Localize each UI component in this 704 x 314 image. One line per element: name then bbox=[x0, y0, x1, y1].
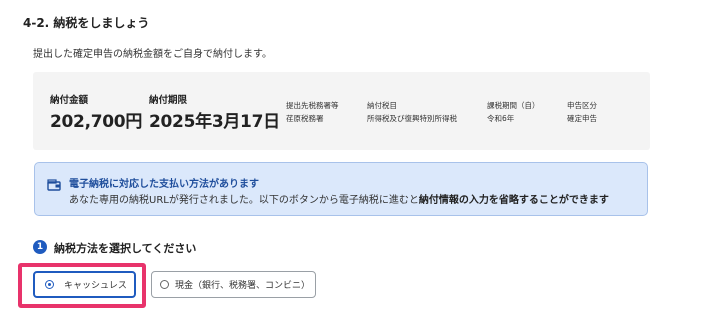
amount-label: 納付金額 bbox=[50, 95, 89, 106]
cash-option-button[interactable]: 現金（銀行、税務署、コンビニ） bbox=[151, 271, 316, 298]
info-title: 電子納税に対応した支払い方法があります bbox=[69, 179, 259, 190]
info-body-text: あなた専用の納税URLが発行されました。以下のボタンから電子納税に進むと bbox=[69, 195, 419, 206]
deadline-value: 2025年3月17日 bbox=[149, 112, 280, 132]
radio-selected-icon bbox=[45, 280, 54, 289]
office-label: 提出先税務署等 bbox=[286, 101, 339, 110]
office-value: 荏原税務署 bbox=[286, 114, 324, 123]
tax-item-value: 所得税及び復興特別所得税 bbox=[367, 114, 457, 123]
wallet-icon bbox=[47, 176, 61, 191]
radio-unselected-icon bbox=[160, 280, 169, 289]
period-label: 課税期間（自） bbox=[487, 101, 540, 110]
intro-text: 提出した確定申告の納税金額をご自身で納付します。 bbox=[33, 49, 272, 60]
deadline-label: 納付期限 bbox=[149, 95, 188, 106]
cash-option-label: 現金（銀行、税務署、コンビニ） bbox=[175, 281, 311, 291]
info-body-emphasis: 納付情報の入力を省略することができます bbox=[418, 195, 609, 206]
e-payment-info-box: 電子納税に対応した支払い方法があります あなた専用の納税URLが発行されました。… bbox=[34, 162, 648, 216]
amount-value: 202,700円 bbox=[50, 112, 143, 132]
period-value: 令和6年 bbox=[487, 114, 515, 123]
info-body: あなた専用の納税URLが発行されました。以下のボタンから電子納税に進むと納付情報… bbox=[69, 191, 609, 206]
payment-summary-panel: 納付金額 202,700円 納付期限 2025年3月17日 提出先税務署等 荏原… bbox=[33, 72, 650, 150]
cashless-option-button[interactable]: キャッシュレス bbox=[33, 271, 136, 298]
filing-type-value: 確定申告 bbox=[567, 114, 597, 123]
cashless-option-label: キャッシュレス bbox=[64, 281, 127, 291]
step-title: 納税方法を選択してください bbox=[54, 242, 197, 255]
step-number-badge: 1 bbox=[33, 240, 47, 254]
tax-item-label: 納付税目 bbox=[367, 101, 397, 110]
filing-type-label: 申告区分 bbox=[567, 101, 597, 110]
section-heading: 4-2. 納税をしましょう bbox=[23, 16, 150, 30]
